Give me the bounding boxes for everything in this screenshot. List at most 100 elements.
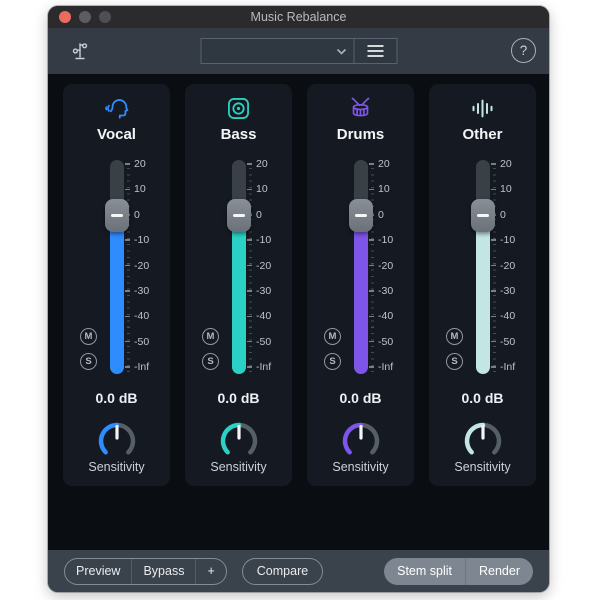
fader-handle[interactable] — [104, 198, 129, 232]
mute-button[interactable]: M — [324, 327, 341, 345]
fader-tick: -40 — [125, 310, 149, 322]
fader-tick: -Inf — [491, 361, 515, 373]
fader-tick: -50 — [491, 336, 515, 348]
sensitivity-label: Sensitivity — [454, 460, 511, 474]
fader-scale: 20 10 0 -10 -20 -30 -40 -50 -Inf — [247, 158, 271, 373]
other-waveform-icon — [429, 93, 536, 123]
fader-handle[interactable] — [226, 198, 251, 232]
compare-button[interactable]: Compare — [241, 557, 324, 585]
fader-tick: -30 — [247, 285, 271, 297]
sensitivity-label: Sensitivity — [210, 460, 267, 474]
preview-button[interactable]: Preview — [65, 559, 131, 584]
fader-fill — [353, 215, 368, 374]
sensitivity-label: Sensitivity — [332, 460, 389, 474]
solo-button[interactable]: S — [80, 352, 97, 370]
mute-button[interactable]: M — [202, 327, 219, 345]
fader-tick: -10 — [369, 234, 393, 246]
drums-icon — [307, 93, 414, 123]
bass-speaker-icon — [185, 93, 292, 123]
fader-tick: 20 — [369, 158, 393, 170]
channel-strip-drums: Drums 20 10 0 -10 -20 -30 -40 -50 -Inf M S 0.0 d… — [307, 84, 414, 486]
fader-tick: -Inf — [125, 361, 149, 373]
chevron-down-icon — [336, 48, 346, 55]
fader-scale: 20 10 0 -10 -20 -30 -40 -50 -Inf — [491, 158, 515, 373]
sensitivity-knob[interactable] — [339, 419, 383, 463]
solo-button[interactable]: S — [202, 352, 219, 370]
fader-tick: -10 — [491, 234, 515, 246]
fader-tick: -20 — [247, 260, 271, 272]
fader-fill — [231, 215, 246, 374]
fader-tick: -20 — [369, 260, 393, 272]
fader-fill — [109, 215, 124, 374]
fader-tick: 20 — [247, 158, 271, 170]
channel-name: Bass — [220, 126, 257, 143]
mute-button[interactable]: M — [446, 327, 463, 345]
fader-tick: 0 — [247, 209, 271, 221]
solo-button[interactable]: S — [446, 352, 463, 370]
fader-tick: -30 — [369, 285, 393, 297]
fader-track[interactable] — [348, 160, 373, 374]
fader-tick: 20 — [491, 158, 515, 170]
fader-scale: 20 10 0 -10 -20 -30 -40 -50 -Inf — [369, 158, 393, 373]
mute-button[interactable]: M — [80, 327, 97, 345]
help-button[interactable]: ? — [511, 38, 536, 63]
fader-tick: -10 — [125, 234, 149, 246]
bypass-button[interactable]: Bypass — [131, 558, 195, 584]
fader-handle[interactable] — [470, 198, 495, 232]
channel-strip-vocal: Vocal 20 10 0 -10 -20 -30 -40 -50 -Inf M S 0.0 d… — [63, 84, 170, 486]
fader-tick: 10 — [125, 183, 149, 195]
preset-menu-button[interactable] — [353, 39, 396, 63]
fader-track[interactable] — [226, 160, 251, 374]
help-icon: ? — [519, 43, 528, 58]
toolbar: ? — [48, 28, 549, 74]
zoom-window-button[interactable] — [99, 11, 111, 23]
fader-tick: -Inf — [369, 361, 393, 373]
fader-tick: -30 — [125, 285, 149, 297]
add-button[interactable]: + — [195, 558, 225, 584]
other-fader: 20 10 0 -10 -20 -30 -40 -50 -Inf M S — [429, 156, 536, 378]
channel-name: Other — [462, 126, 503, 143]
channel-strip-other: Other 20 10 0 -10 -20 -30 -40 -50 -Inf M S 0.0 d… — [429, 84, 536, 486]
titlebar: Music Rebalance — [48, 6, 549, 28]
gain-value: 0.0 dB — [461, 390, 504, 406]
sensitivity-knob[interactable] — [217, 419, 261, 463]
fader-tick: -10 — [247, 234, 271, 246]
stem-split-button[interactable]: Stem split — [384, 558, 465, 585]
fader-tick: -40 — [491, 310, 515, 322]
fader-tick: 10 — [247, 183, 271, 195]
preset-dropdown[interactable] — [201, 39, 353, 63]
channel-name: Vocal — [97, 126, 136, 143]
gain-value: 0.0 dB — [95, 390, 138, 406]
fader-tick: -20 — [491, 260, 515, 272]
fader-fill — [475, 215, 490, 374]
fader-tick: -40 — [247, 310, 271, 322]
render-group: Stem split Render — [384, 557, 533, 585]
minimize-window-button[interactable] — [79, 11, 91, 23]
fader-tick: -50 — [247, 336, 271, 348]
sensitivity-knob[interactable] — [461, 419, 505, 463]
fader-tick: -20 — [125, 260, 149, 272]
vocal-fader: 20 10 0 -10 -20 -30 -40 -50 -Inf M S — [63, 156, 170, 378]
fader-track[interactable] — [470, 160, 495, 374]
hamburger-menu-icon — [367, 45, 383, 57]
gain-value: 0.0 dB — [339, 390, 382, 406]
fader-track[interactable] — [104, 160, 129, 374]
main-panel: Vocal 20 10 0 -10 -20 -30 -40 -50 -Inf M S 0.0 d… — [48, 74, 549, 592]
fader-tick: 20 — [125, 158, 149, 170]
close-window-button[interactable] — [59, 11, 71, 23]
window-title: Music Rebalance — [250, 10, 347, 24]
channel-strip-bass: Bass 20 10 0 -10 -20 -30 -40 -50 -Inf M S 0.0 dB — [185, 84, 292, 486]
fader-tick: -30 — [491, 285, 515, 297]
sensitivity-knob[interactable] — [95, 419, 139, 463]
solo-button[interactable]: S — [324, 352, 341, 370]
footer-bar: Preview Bypass + Compare Stem split Rend… — [48, 550, 549, 592]
plugin-window: Music Rebalance ? Vocal 20 10 0 -10 -20 … — [48, 6, 549, 592]
fader-tick: -50 — [125, 336, 149, 348]
channel-name: Drums — [336, 126, 385, 143]
bass-fader: 20 10 0 -10 -20 -30 -40 -50 -Inf M S — [185, 156, 292, 378]
fader-handle[interactable] — [348, 198, 373, 232]
fader-tick: 0 — [491, 209, 515, 221]
sensitivity-label: Sensitivity — [88, 460, 145, 474]
render-button[interactable]: Render — [465, 557, 533, 585]
drums-fader: 20 10 0 -10 -20 -30 -40 -50 -Inf M S — [307, 156, 414, 378]
